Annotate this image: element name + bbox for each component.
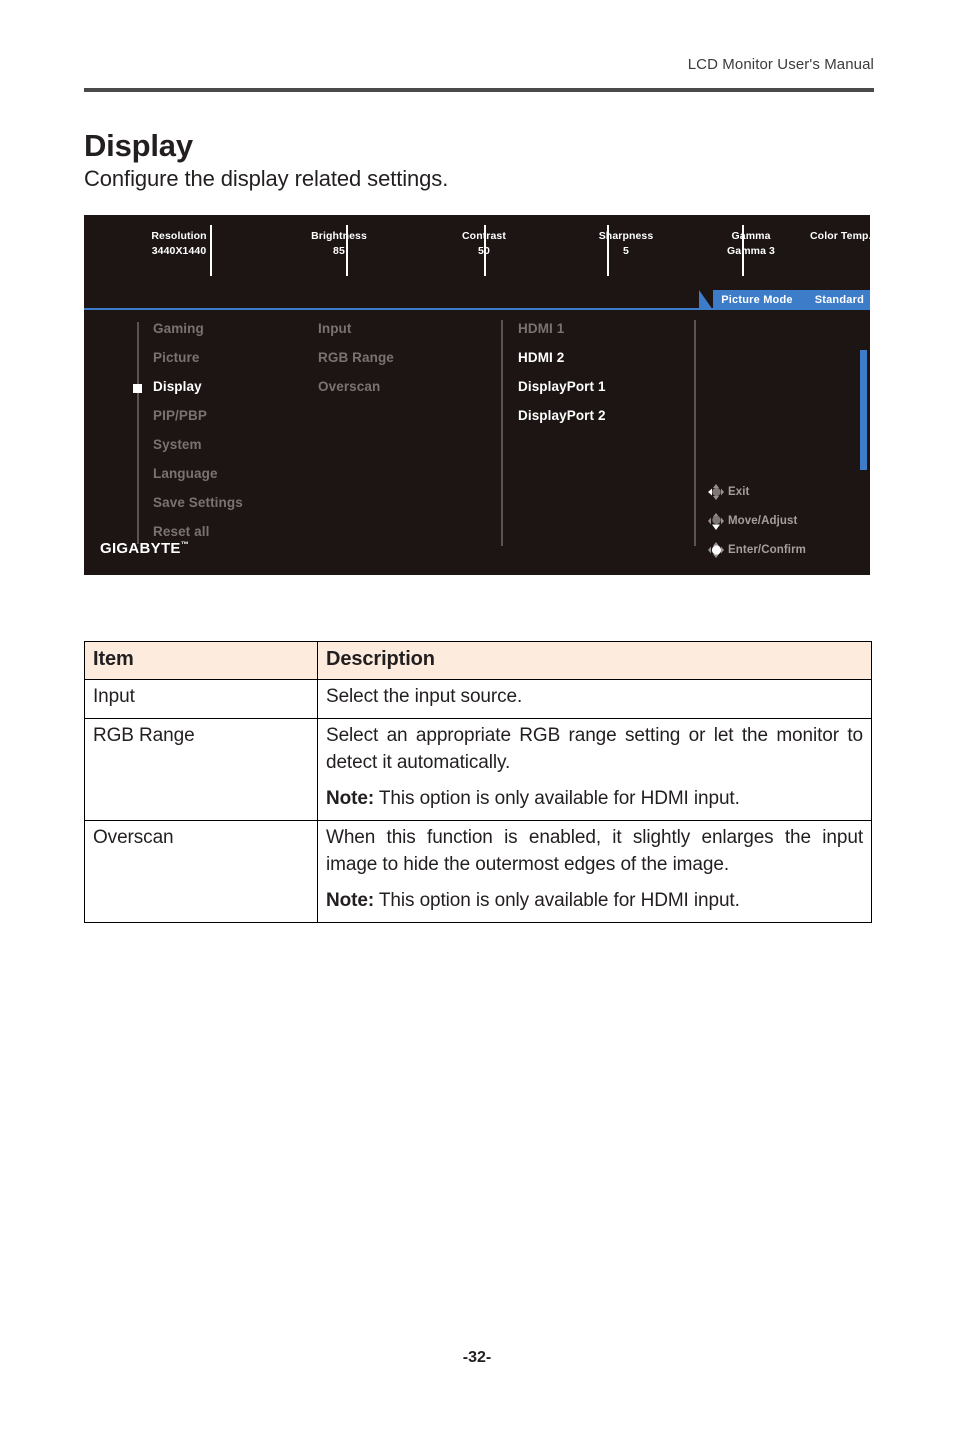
osd-hint-enter-confirm: Enter/Confirm: [705, 540, 806, 560]
table-cell-item: Input: [84, 679, 318, 720]
osd-menu-item-display[interactable]: Display: [153, 379, 202, 394]
table-row: RGB Range Select an appropriate RGB rang…: [84, 718, 872, 822]
osd-hint-label: Exit: [728, 486, 750, 498]
page-title: Display: [84, 127, 193, 163]
picture-mode-value: Standard: [814, 294, 864, 306]
osd-column-rule-left: [137, 322, 139, 544]
osd-hint-label: Move/Adjust: [728, 515, 798, 527]
osd-scrollbar[interactable]: [860, 350, 867, 470]
osd-column-rule-right: [694, 320, 696, 546]
description-text: When this function is enabled, it slight…: [326, 827, 863, 876]
table-cell-item: Overscan: [84, 820, 318, 924]
osd-option-hdmi-2[interactable]: HDMI 2: [518, 350, 564, 365]
osd-divider: [346, 225, 348, 276]
osd-status-bar: Resolution 3440X1440 Brightness 85 Contr…: [84, 215, 870, 290]
osd-stat-resolution: Resolution 3440X1440: [151, 230, 207, 257]
osd-stat-gamma: Gamma Gamma 3: [727, 230, 775, 257]
description-text: Select an appropriate RGB range setting …: [326, 725, 863, 774]
osd-stat-sharpness: Sharpness 5: [598, 230, 654, 257]
table-header-row: Item Description: [84, 640, 872, 681]
osd-menu-item-gaming[interactable]: Gaming: [153, 321, 204, 336]
osd-submenu-item-overscan[interactable]: Overscan: [318, 379, 380, 394]
osd-selection-marker: [133, 384, 142, 393]
table-cell-description: Select the input source.: [317, 679, 872, 720]
page-subtitle: Configure the display related settings.: [84, 166, 449, 191]
osd-stat-brightness: Brightness 85: [311, 230, 367, 257]
note-text: This option is only available for HDMI i…: [374, 890, 740, 912]
osd-menu-item-language[interactable]: Language: [153, 466, 218, 481]
osd-submenu-item-rgb-range[interactable]: RGB Range: [318, 350, 394, 365]
table-cell-item: RGB Range: [84, 718, 318, 822]
header-rule: [84, 88, 874, 92]
osd-divider: [742, 225, 744, 276]
trademark-symbol: ™: [180, 540, 190, 549]
table-row: Overscan When this function is enabled, …: [84, 820, 872, 924]
osd-screenshot: Resolution 3440X1440 Brightness 85 Contr…: [84, 215, 870, 575]
description-note: Note: This option is only available for …: [326, 888, 863, 915]
osd-submenu-item-input[interactable]: Input: [318, 321, 352, 336]
page-header: LCD Monitor User's Manual: [84, 56, 874, 92]
table-header-description: Description: [317, 640, 872, 681]
osd-body: Gaming Picture Display PIP/PBP System La…: [84, 310, 870, 575]
table-header-item: Item: [84, 640, 318, 681]
description-text: Select the input source.: [326, 686, 523, 708]
osd-stat-color-temp: Color Temp. Normal: [810, 230, 870, 242]
osd-hint-move-adjust: Move/Adjust: [705, 511, 797, 531]
osd-option-hdmi-1[interactable]: HDMI 1: [518, 321, 564, 336]
note-label: Note:: [326, 890, 375, 912]
joystick-press-icon: [705, 540, 728, 560]
description-note: Note: This option is only available for …: [326, 786, 863, 813]
osd-menu-item-picture[interactable]: Picture: [153, 350, 199, 365]
osd-menu-item-system[interactable]: System: [153, 437, 202, 452]
osd-menu-item-reset-all[interactable]: Reset all: [153, 524, 209, 539]
description-table: Item Description Input Select the input …: [84, 640, 872, 924]
table-cell-description: Select an appropriate RGB range setting …: [317, 718, 872, 822]
osd-hint-exit: Exit: [705, 482, 750, 502]
note-text: This option is only available for HDMI i…: [374, 788, 740, 810]
joystick-down-icon: [705, 511, 728, 531]
table-cell-description: When this function is enabled, it slight…: [317, 820, 872, 924]
osd-option-displayport-2[interactable]: DisplayPort 2: [518, 408, 606, 423]
picture-mode-badge: Picture Mode Standard: [699, 290, 870, 310]
osd-divider: [484, 225, 486, 276]
osd-divider: [210, 225, 212, 276]
osd-column-rule-middle: [501, 320, 503, 546]
manual-title: LCD Monitor User's Manual: [687, 56, 874, 73]
table-row: Input Select the input source.: [84, 679, 872, 720]
gigabyte-logo-text: GIGABYTE: [100, 540, 181, 557]
page-number: -32-: [462, 1349, 492, 1366]
note-label: Note:: [326, 788, 375, 810]
gigabyte-logo: GIGABYTE™: [100, 540, 189, 557]
osd-menu-item-pip-pbp[interactable]: PIP/PBP: [153, 408, 207, 423]
picture-mode-label: Picture Mode: [721, 294, 793, 306]
joystick-left-icon: [705, 482, 728, 502]
osd-menu-item-save-settings[interactable]: Save Settings: [153, 495, 243, 510]
osd-hint-label: Enter/Confirm: [728, 544, 806, 556]
osd-divider: [607, 225, 609, 276]
osd-option-displayport-1[interactable]: DisplayPort 1: [518, 379, 606, 394]
